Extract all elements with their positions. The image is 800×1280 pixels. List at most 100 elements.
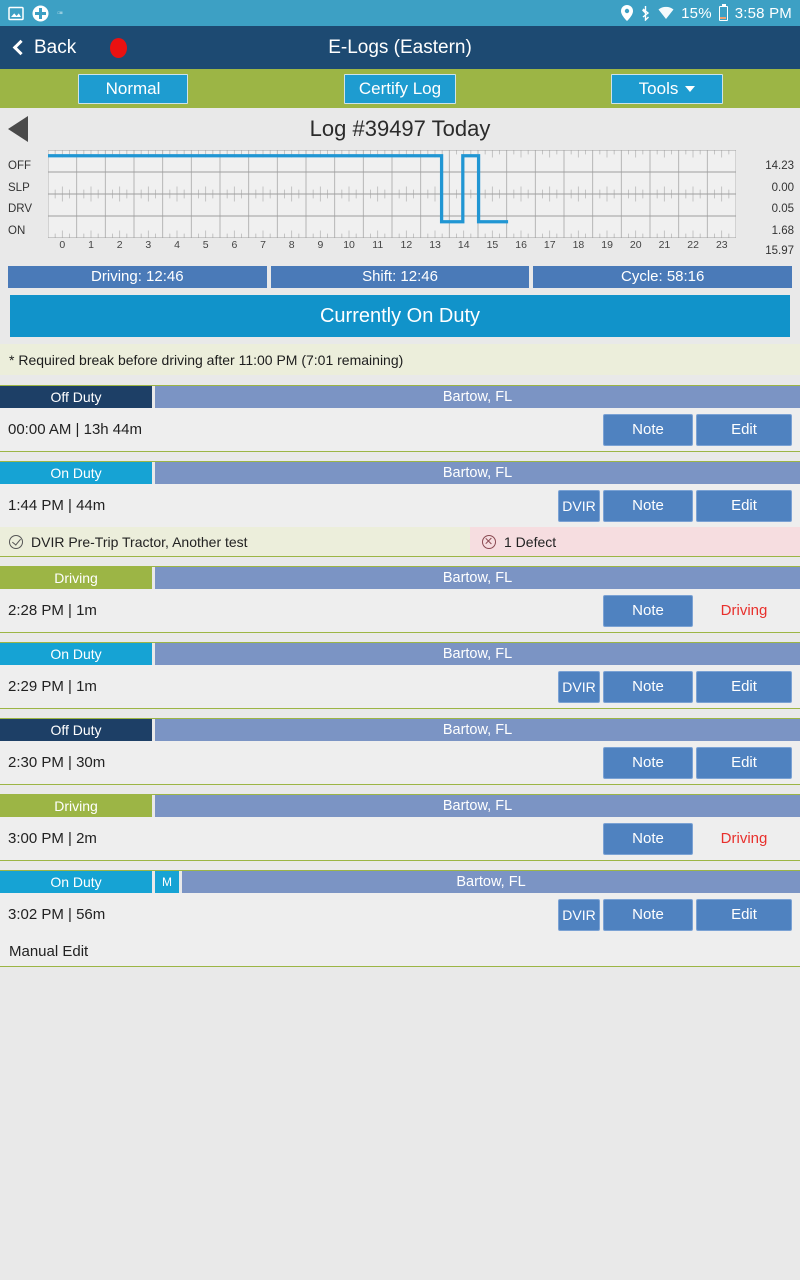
dvir-button[interactable]: DVIR bbox=[558, 898, 600, 931]
dvir-note-text: DVIR Pre-Trip Tractor, Another test bbox=[31, 533, 248, 550]
hour-tick: 22 bbox=[687, 239, 699, 251]
log-entry: Driving Bartow, FL 3:00 PM | 2m Note Driving bbox=[0, 794, 800, 861]
log-entry: Off Duty Bartow, FL 00:00 AM | 13h 44m Note… bbox=[0, 385, 800, 452]
entry-action-buttons: DVIR Note Edit bbox=[558, 489, 792, 522]
manual-edit-badge: M bbox=[155, 871, 179, 893]
status-badge: On Duty bbox=[0, 462, 152, 484]
log-entry: On Duty Bartow, FL 1:44 PM | 44m DVIR Note Ed… bbox=[0, 461, 800, 557]
log-entry-body: 2:30 PM | 30m Note Edit bbox=[0, 741, 800, 784]
log-entry: Off Duty Bartow, FL 2:30 PM | 30m Note Edit bbox=[0, 718, 800, 785]
graph-row-label-slp: SLP bbox=[8, 181, 30, 194]
log-entry-body: 2:29 PM | 1m DVIR Note Edit bbox=[0, 665, 800, 708]
graph-plot-area[interactable]: 0 1 2 3 4 5 6 7 8 9 10 11 12 13 14 15 16 17 18 19 20 21 22 23 bbox=[48, 150, 736, 251]
log-graph-section: Log #39497 Today OFF SLP DRV ON 01234567… bbox=[0, 108, 800, 264]
entry-action-buttons: DVIR Note Edit bbox=[558, 670, 792, 703]
hour-tick: 15 bbox=[486, 239, 499, 251]
total-off: 14.23 bbox=[765, 160, 794, 172]
total-slp: 0.00 bbox=[771, 181, 794, 194]
defect-badge[interactable]: 1 Defect bbox=[470, 527, 800, 556]
entry-time-duration: 3:00 PM | 2m bbox=[8, 830, 97, 847]
entry-action-buttons: Note Edit bbox=[603, 746, 792, 779]
graph-row-labels: OFF SLP DRV ON bbox=[6, 150, 48, 242]
graph-totals: 14.23 0.00 0.05 1.68 15.97 bbox=[736, 150, 794, 260]
log-entry-list: Off Duty Bartow, FL 00:00 AM | 13h 44m Note… bbox=[0, 385, 800, 967]
log-entry-body: 3:00 PM | 2m Note Driving bbox=[0, 817, 800, 860]
log-entry-body: 3:02 PM | 56m DVIR Note Edit bbox=[0, 893, 800, 936]
hour-tick: 20 bbox=[629, 239, 642, 251]
chevron-down-icon bbox=[685, 85, 696, 92]
status-badge: Off Duty bbox=[0, 386, 152, 408]
break-warning-text: * Required break before driving after 11… bbox=[0, 344, 800, 375]
hour-tick: 16 bbox=[515, 239, 527, 251]
normal-button[interactable]: Normal bbox=[78, 73, 188, 104]
note-button[interactable]: Note bbox=[603, 822, 693, 855]
status-badge: On Duty bbox=[0, 643, 152, 665]
note-button[interactable]: Note bbox=[603, 746, 693, 779]
edit-button[interactable]: Edit bbox=[696, 489, 792, 522]
entry-action-buttons: DVIR Note Edit bbox=[558, 898, 792, 931]
hour-tick: 23 bbox=[715, 239, 728, 251]
wifi-icon bbox=[658, 6, 674, 20]
driving-status-text: Driving bbox=[720, 830, 768, 847]
note-button[interactable]: Note bbox=[603, 594, 693, 627]
note-button[interactable]: Note bbox=[603, 670, 693, 703]
title-bar: Back E-Logs (Eastern) bbox=[0, 26, 800, 69]
dvir-note-row[interactable]: DVIR Pre-Trip Tractor, Another test 1 Def… bbox=[0, 527, 800, 556]
android-status-bar: ▫▪ 15% 3:58 PM bbox=[0, 0, 800, 26]
defect-count-text: 1 Defect bbox=[504, 533, 557, 550]
hour-tick: 8 bbox=[288, 239, 295, 251]
back-button[interactable]: Back bbox=[12, 37, 76, 59]
medical-cross-icon bbox=[32, 5, 49, 22]
hour-tick: 14 bbox=[457, 239, 470, 251]
battery-icon bbox=[718, 3, 728, 21]
status-badge: Off Duty bbox=[0, 719, 152, 741]
edit-button[interactable]: Edit bbox=[696, 746, 792, 779]
log-title: Log #39497 Today bbox=[309, 116, 491, 141]
note-button[interactable]: Note bbox=[603, 489, 693, 522]
hour-tick: 19 bbox=[601, 239, 613, 251]
entry-action-buttons: Note Edit bbox=[603, 413, 792, 446]
dvir-button[interactable]: DVIR bbox=[558, 670, 600, 703]
log-entry-header: Off Duty Bartow, FL bbox=[0, 386, 800, 408]
tools-label: Tools bbox=[638, 78, 679, 98]
entry-time-duration: 2:30 PM | 30m bbox=[8, 754, 106, 771]
log-entry-body: 2:28 PM | 1m Note Driving bbox=[0, 589, 800, 632]
tools-button[interactable]: Tools bbox=[611, 73, 723, 104]
note-button[interactable]: Note bbox=[603, 898, 693, 931]
status-badge: Driving bbox=[0, 567, 152, 589]
total-drv: 0.05 bbox=[771, 203, 794, 215]
summary-driving: Driving: 12:46 bbox=[8, 266, 267, 288]
log-entry-header: On Duty Bartow, FL bbox=[0, 643, 800, 665]
graph-row-label-off: OFF bbox=[8, 160, 31, 172]
location-label: Bartow, FL bbox=[155, 386, 800, 408]
log-entry-header: Off Duty Bartow, FL bbox=[0, 719, 800, 741]
edit-button[interactable]: Edit bbox=[696, 898, 792, 931]
current-status-banner[interactable]: Currently On Duty bbox=[10, 295, 790, 337]
entry-time-duration: 2:29 PM | 1m bbox=[8, 678, 97, 695]
hour-tick: 21 bbox=[658, 239, 671, 251]
status-badge: Driving bbox=[0, 795, 152, 817]
dvir-button[interactable]: DVIR bbox=[558, 489, 600, 522]
hour-tick: 18 bbox=[572, 239, 585, 251]
certify-log-button[interactable]: Certify Log bbox=[344, 73, 456, 104]
previous-day-arrow-icon[interactable] bbox=[8, 116, 28, 142]
check-circle-icon bbox=[9, 534, 23, 549]
entry-time-duration: 1:44 PM | 44m bbox=[8, 497, 106, 514]
hour-tick: 3 bbox=[145, 239, 152, 251]
log-entry: Driving Bartow, FL 2:28 PM | 1m Note Driving bbox=[0, 566, 800, 633]
edit-button[interactable]: Edit bbox=[696, 413, 792, 446]
hour-tick: 7 bbox=[260, 239, 266, 251]
hour-tick: 4 bbox=[174, 239, 180, 251]
edit-button[interactable]: Edit bbox=[696, 670, 792, 703]
driving-status-text: Driving bbox=[720, 602, 768, 619]
x-circle-icon bbox=[482, 534, 496, 549]
entry-action-buttons: Note Driving bbox=[603, 594, 792, 627]
note-button[interactable]: Note bbox=[603, 413, 693, 446]
battery-percent: 15% bbox=[681, 4, 712, 22]
log-entry: On Duty Bartow, FL 2:29 PM | 1m DVIR Note Edi… bbox=[0, 642, 800, 709]
entry-time-duration: 00:00 AM | 13h 44m bbox=[8, 421, 142, 438]
hour-tick: 12 bbox=[400, 239, 413, 251]
entry-time-duration: 2:28 PM | 1m bbox=[8, 602, 97, 619]
log-entry-header: Driving Bartow, FL bbox=[0, 795, 800, 817]
hour-tick: 0 bbox=[59, 239, 66, 251]
